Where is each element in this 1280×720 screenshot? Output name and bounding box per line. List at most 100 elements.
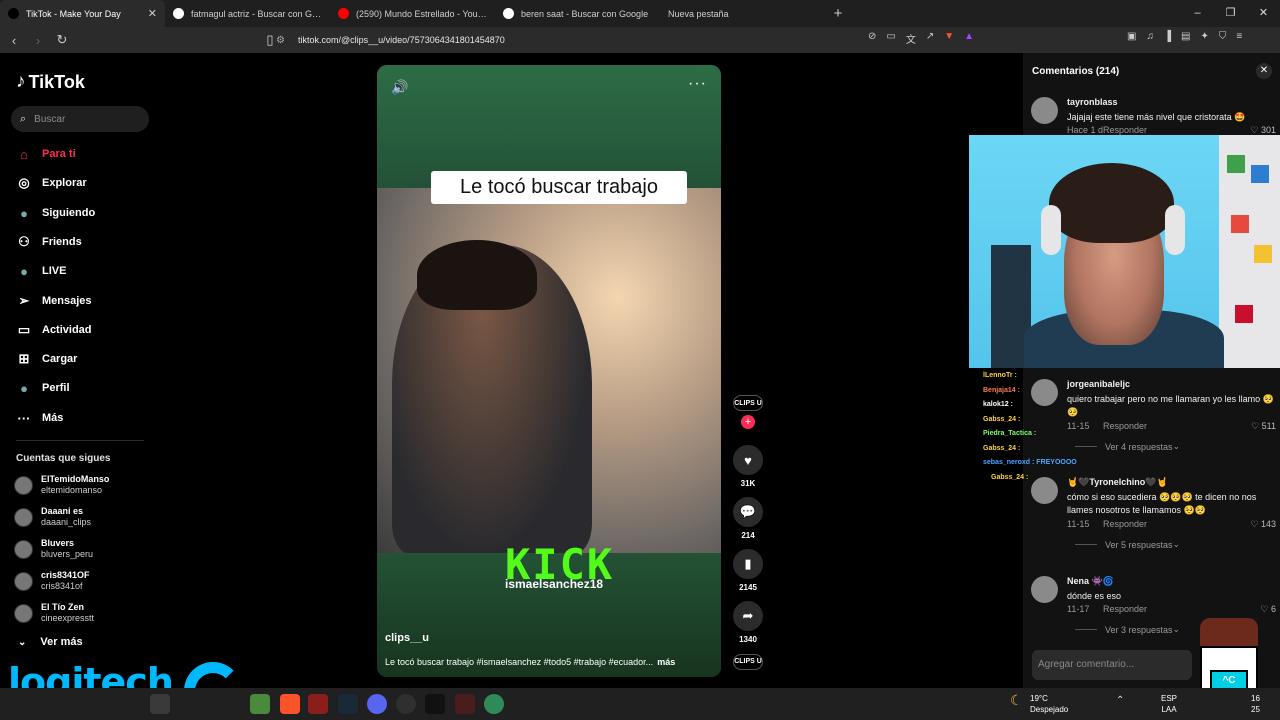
browser-tab[interactable]: TikTok - Make Your Day ✕ xyxy=(0,0,165,27)
start-icon[interactable] xyxy=(150,694,170,714)
sidebar-item[interactable]: ⚇ Friends xyxy=(15,233,82,251)
brave-icon[interactable] xyxy=(280,694,300,714)
compass-icon: ◎ xyxy=(18,175,30,190)
app-icon[interactable] xyxy=(455,694,475,714)
share-icon[interactable]: ↗ xyxy=(926,31,934,46)
tray-chevron-icon[interactable]: ⌃ xyxy=(1116,695,1124,706)
brave-shield-icon[interactable]: ▼ xyxy=(944,31,954,46)
comment-user[interactable]: 🤘🖤Tyronelchino🖤🤘 xyxy=(1067,477,1168,488)
sidebar: ♪ TikTok ⌕ Buscar ⌂ Para ti ◎ Explorar ● Sigu… xyxy=(0,53,160,688)
save-button[interactable]: ▮ 2145 xyxy=(731,549,765,592)
reply-button[interactable]: Responder xyxy=(1103,604,1147,614)
screenshot-icon[interactable]: ▣ xyxy=(1127,31,1136,42)
add-comment-input[interactable]: Agregar comentario... xyxy=(1032,650,1192,680)
sidebar-item[interactable]: ··· Más xyxy=(15,409,64,427)
close-tab-icon[interactable]: ✕ xyxy=(148,7,157,20)
vpn-icon[interactable]: ⛉ xyxy=(1219,31,1227,42)
steam-icon[interactable] xyxy=(338,694,358,714)
share-button[interactable]: ➦ 1340 xyxy=(731,601,765,644)
app-icon[interactable] xyxy=(425,694,445,714)
following-account[interactable]: El Tío Zen cineexpresstt xyxy=(14,602,94,624)
browser-tab[interactable]: Nueva pestaña xyxy=(660,0,825,27)
no-tracking-icon[interactable]: ⊘ xyxy=(868,31,876,46)
close-icon[interactable]: ✕ xyxy=(1256,63,1272,79)
comment-like-button[interactable]: ♡ 511 xyxy=(1251,421,1276,432)
back-icon[interactable]: ‹ xyxy=(4,33,24,48)
view-replies-button[interactable]: Ver 5 respuestas ⌄ xyxy=(1075,539,1180,550)
comment-user[interactable]: jorgeanibaleljc xyxy=(1067,379,1130,389)
view-replies-button[interactable]: Ver 4 respuestas ⌄ xyxy=(1075,441,1180,452)
browser-tab[interactable]: beren saat - Buscar con Google xyxy=(495,0,660,27)
like-button[interactable]: ♥ 31K xyxy=(731,445,765,488)
sound-disc[interactable]: CLIPS U xyxy=(733,654,763,670)
following-account[interactable]: cris8341OF cris8341of xyxy=(14,570,90,592)
avatar[interactable] xyxy=(1031,576,1058,603)
creator-avatar[interactable]: CLIPS U xyxy=(733,395,763,411)
language-indicator[interactable]: ESP LAA xyxy=(1161,693,1177,715)
close-window-icon[interactable]: ✕ xyxy=(1247,0,1280,27)
reply-button[interactable]: Responder xyxy=(1103,519,1147,529)
sidebar-item[interactable]: ● Siguiendo xyxy=(15,204,95,222)
sidebar-item[interactable]: ◎ Explorar xyxy=(15,174,86,192)
browser-tab[interactable]: fatmagul actriz - Buscar con Google xyxy=(165,0,330,27)
comment-user[interactable]: Nena 👾🌀 xyxy=(1067,576,1114,587)
discord-icon[interactable] xyxy=(367,694,387,714)
comment-like-button[interactable]: ♡ 143 xyxy=(1250,519,1276,530)
sidebar-item[interactable]: ➢ Mensajes xyxy=(15,292,92,310)
volume-icon[interactable]: 🔊 xyxy=(391,79,408,96)
tab-label: (2590) Mundo Estrellado - YouTube xyxy=(356,8,487,19)
avatar[interactable] xyxy=(1031,379,1058,406)
following-account[interactable]: Bluvers bluvers_peru xyxy=(14,538,93,560)
music-icon[interactable]: ♫ xyxy=(1146,31,1154,42)
comment-like-button[interactable]: ♡ 6 xyxy=(1260,604,1276,615)
more-link[interactable]: más xyxy=(657,657,675,667)
comment-user[interactable]: tayronblass xyxy=(1067,97,1118,107)
sidebar-toggle-icon[interactable]: ▐ xyxy=(1164,31,1171,42)
sidebar-item[interactable]: ● LIVE xyxy=(15,262,66,280)
app-icon[interactable] xyxy=(484,694,504,714)
tiktok-logo[interactable]: ♪ TikTok xyxy=(16,71,85,93)
sidebar-item[interactable]: ▭ Actividad xyxy=(15,321,92,339)
video-player[interactable]: Le tocó buscar trabajo KICK ismaelsanche… xyxy=(377,65,721,677)
restore-icon[interactable]: ❐ xyxy=(1214,0,1247,27)
clock[interactable]: 16 25 xyxy=(1251,693,1260,715)
leo-icon[interactable]: ✦ xyxy=(1201,31,1209,42)
store-icon[interactable] xyxy=(250,694,270,714)
weather-widget[interactable]: ☾ 19°C Despejado xyxy=(1010,693,1068,715)
tab-label: Nueva pestaña xyxy=(668,8,729,19)
reply-button[interactable]: Responder xyxy=(1103,421,1147,431)
avatar[interactable] xyxy=(1031,97,1058,124)
site-info-icon[interactable]: ⚙ xyxy=(276,35,290,46)
new-tab-button[interactable]: + xyxy=(825,5,851,22)
sidebar-item[interactable]: ● Perfil xyxy=(15,379,69,397)
app-icon[interactable] xyxy=(396,694,416,714)
chat-line: Gabss_24 : xyxy=(983,445,1021,452)
share-arrow-icon: ➦ xyxy=(733,601,763,631)
menu-icon[interactable]: ≡ xyxy=(1236,31,1242,42)
comment-button[interactable]: 💬 214 xyxy=(731,497,765,540)
brave-rewards-icon[interactable]: ▲ xyxy=(964,31,974,46)
sidebar-item[interactable]: ⌂ Para ti xyxy=(15,145,76,163)
reply-button[interactable]: Responder xyxy=(1103,125,1147,135)
browser-tab[interactable]: (2590) Mundo Estrellado - YouTube xyxy=(330,0,495,27)
sidebar-item[interactable]: ⊞ Cargar xyxy=(15,350,78,368)
video-author[interactable]: clips__u xyxy=(385,632,429,644)
chevron-down-icon: ⌄ xyxy=(1172,441,1181,451)
forward-icon[interactable]: › xyxy=(28,33,48,48)
app-icon[interactable] xyxy=(308,694,328,714)
upload-icon: ⊞ xyxy=(18,351,30,366)
translate-icon[interactable]: 文 xyxy=(906,31,916,46)
following-account[interactable]: ElTemidoManso eltemidomanso xyxy=(14,474,109,496)
wallet-icon[interactable]: ▤ xyxy=(1181,31,1190,42)
webcam-flag xyxy=(1235,305,1253,323)
follow-plus-icon[interactable]: + xyxy=(741,415,755,429)
avatar[interactable] xyxy=(1031,477,1058,504)
view-replies-button[interactable]: Ver 3 respuestas ⌄ xyxy=(1075,624,1180,635)
cast-icon[interactable]: ▭ xyxy=(886,31,895,46)
see-more-button[interactable]: ⌄ Ver más xyxy=(18,636,83,648)
search-input[interactable]: ⌕ Buscar xyxy=(11,106,149,132)
minimize-icon[interactable]: – xyxy=(1181,0,1214,27)
more-options-icon[interactable]: ··· xyxy=(688,75,707,93)
following-account[interactable]: Daaani es daaani_clips xyxy=(14,506,91,528)
reload-icon[interactable]: ↻ xyxy=(52,32,72,48)
